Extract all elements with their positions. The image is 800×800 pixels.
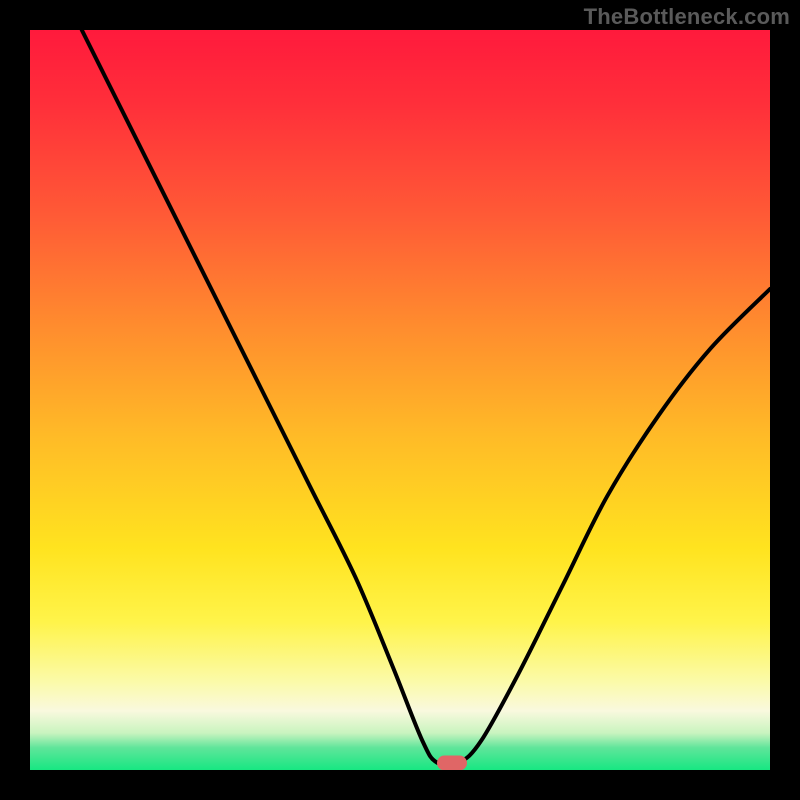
watermark-text: TheBottleneck.com	[584, 4, 790, 30]
plot-area	[30, 30, 770, 770]
trough-marker	[437, 755, 467, 770]
chart-frame: TheBottleneck.com	[0, 0, 800, 800]
curve-svg	[30, 30, 770, 770]
bottleneck-curve	[82, 30, 770, 765]
